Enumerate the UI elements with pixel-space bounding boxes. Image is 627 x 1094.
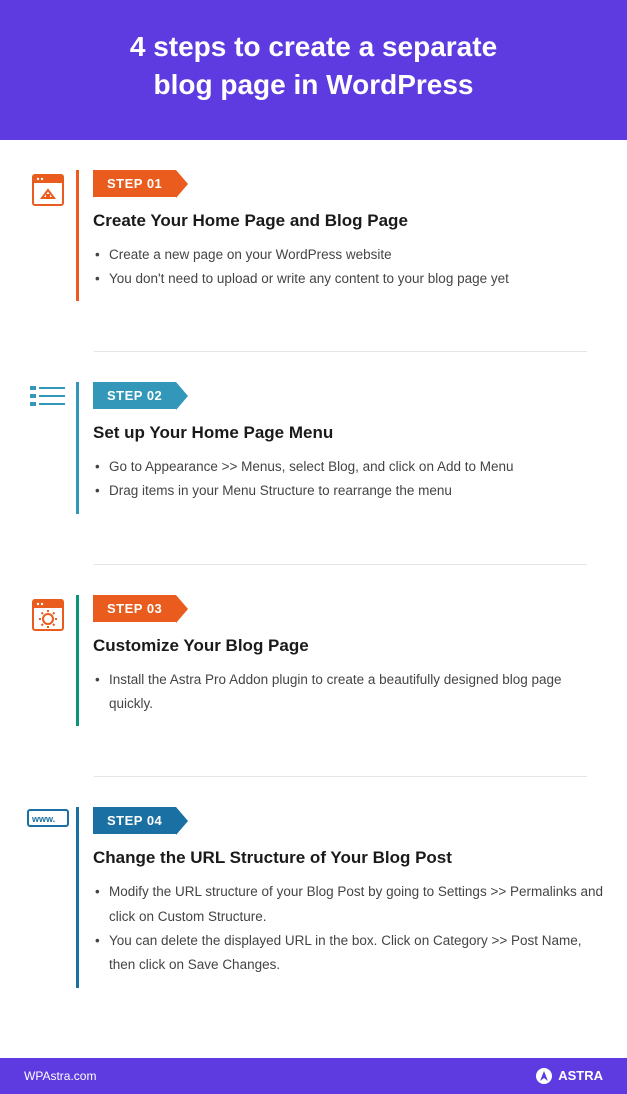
title-line-1: 4 steps to create a separate — [130, 31, 497, 62]
step-2-badge: STEP 02 — [93, 382, 176, 409]
list-item: Go to Appearance >> Menus, select Blog, … — [93, 455, 607, 479]
step-4-list: Modify the URL structure of your Blog Po… — [93, 880, 607, 977]
step-3-badge: STEP 03 — [93, 595, 176, 622]
footer-brand: ASTRA — [536, 1068, 603, 1084]
list-item: Create a new page on your WordPress webs… — [93, 243, 607, 267]
divider — [94, 776, 587, 777]
astra-logo-icon — [536, 1068, 552, 1084]
page-title: 4 steps to create a separate blog page i… — [20, 28, 607, 104]
step-3-title: Customize Your Blog Page — [93, 636, 607, 656]
step-4: www. STEP 04 Change the URL Structure of… — [20, 807, 607, 1007]
customize-gear-icon — [20, 595, 76, 727]
list-item: You don't need to upload or write any co… — [93, 267, 607, 291]
footer-site: WPAstra.com — [24, 1069, 96, 1083]
list-item: You can delete the displayed URL in the … — [93, 929, 607, 978]
divider — [94, 351, 587, 352]
home-page-icon — [20, 170, 76, 302]
list-item: Drag items in your Menu Structure to rea… — [93, 479, 607, 503]
step-2-title: Set up Your Home Page Menu — [93, 423, 607, 443]
step-1-title: Create Your Home Page and Blog Page — [93, 211, 607, 231]
svg-text:www.: www. — [31, 814, 55, 824]
step-2-list: Go to Appearance >> Menus, select Blog, … — [93, 455, 607, 504]
page-header: 4 steps to create a separate blog page i… — [0, 0, 627, 140]
step-3-list: Install the Astra Pro Addon plugin to cr… — [93, 668, 607, 717]
page-footer: WPAstra.com ASTRA — [0, 1058, 627, 1094]
step-4-body: STEP 04 Change the URL Structure of Your… — [76, 807, 607, 987]
step-2-body: STEP 02 Set up Your Home Page Menu Go to… — [76, 382, 607, 514]
footer-brand-text: ASTRA — [558, 1068, 603, 1083]
step-2: STEP 02 Set up Your Home Page Menu Go to… — [20, 382, 607, 534]
steps-container: STEP 01 Create Your Home Page and Blog P… — [0, 140, 627, 1058]
step-1-body: STEP 01 Create Your Home Page and Blog P… — [76, 170, 607, 302]
url-www-icon: www. — [20, 807, 76, 987]
divider — [94, 564, 587, 565]
step-4-badge: STEP 04 — [93, 807, 176, 834]
list-item: Install the Astra Pro Addon plugin to cr… — [93, 668, 607, 717]
step-3: STEP 03 Customize Your Blog Page Install… — [20, 595, 607, 747]
step-4-title: Change the URL Structure of Your Blog Po… — [93, 848, 607, 868]
step-1-list: Create a new page on your WordPress webs… — [93, 243, 607, 292]
step-3-body: STEP 03 Customize Your Blog Page Install… — [76, 595, 607, 727]
list-item: Modify the URL structure of your Blog Po… — [93, 880, 607, 929]
step-1: STEP 01 Create Your Home Page and Blog P… — [20, 170, 607, 322]
title-line-2: blog page in WordPress — [154, 69, 474, 100]
step-1-badge: STEP 01 — [93, 170, 176, 197]
menu-list-icon — [20, 382, 76, 514]
